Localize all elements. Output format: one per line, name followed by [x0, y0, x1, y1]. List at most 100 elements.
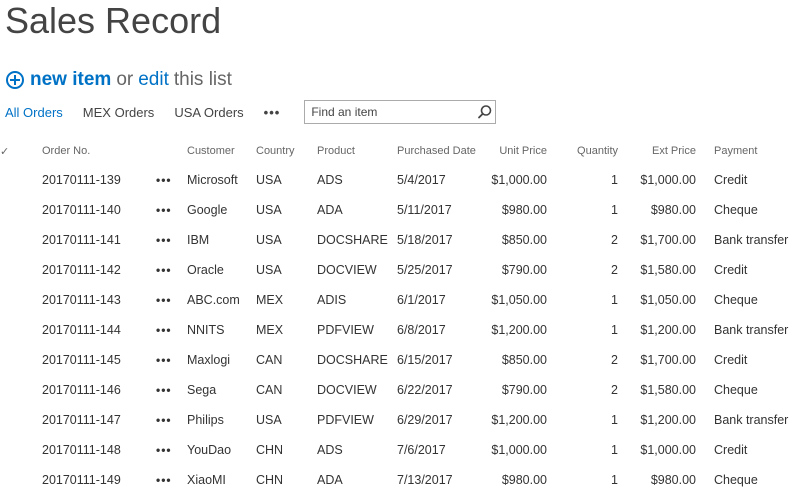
cell-quantity: 1 [611, 413, 618, 427]
cell-ext-price: $980.00 [650, 203, 696, 217]
cell-product: PDFVIEW [317, 413, 374, 427]
column-header-unit-price[interactable]: Unit Price [481, 137, 547, 165]
table-row[interactable]: 20170111-141 ••• IBM USA DOCSHARE 5/18/2017 $8… [0, 225, 799, 255]
row-menu-ellipsis-icon[interactable]: ••• [156, 255, 187, 285]
column-header-purchased-date[interactable]: Purchased Date [397, 137, 481, 165]
view-tab-usa-orders[interactable]: USA Orders [174, 105, 243, 120]
cell-customer: Philips [187, 413, 224, 427]
cell-order-no: 20170111-144 [42, 323, 121, 337]
table-row[interactable]: 20170111-143 ••• ABC.com MEX ADIS 6/1/2017 $1,… [0, 285, 799, 315]
cell-unit-price: $790.00 [501, 383, 547, 397]
cell-product: ADA [317, 203, 343, 217]
page-title: Sales Record [5, 0, 222, 41]
row-select-cell [0, 405, 42, 435]
row-menu-ellipsis-icon[interactable]: ••• [156, 435, 187, 465]
column-header-order-no[interactable]: Order No. [42, 137, 156, 165]
table-row[interactable]: 20170111-149 ••• XiaoMI CHN ADA 7/13/2017 $980… [0, 465, 799, 495]
cell-product: DOCSHARE [317, 353, 388, 367]
cell-ext-price: $1,200.00 [640, 323, 696, 337]
cell-product: DOCVIEW [317, 383, 377, 397]
cell-payment: Bank transfer [714, 233, 789, 247]
row-menu-ellipsis-icon[interactable]: ••• [156, 465, 187, 495]
view-tab-all-orders[interactable]: All Orders [5, 105, 63, 120]
cell-quantity: 1 [611, 203, 618, 217]
cell-quantity: 2 [611, 233, 618, 247]
table-row[interactable]: 20170111-146 ••• Sega CAN DOCVIEW 6/22/2017 $7… [0, 375, 799, 405]
row-menu-ellipsis-icon[interactable]: ••• [156, 345, 187, 375]
cell-ext-price: $1,700.00 [640, 353, 696, 367]
cell-product: ADS [317, 443, 343, 457]
table-row[interactable]: 20170111-145 ••• Maxlogi CAN DOCSHARE 6/15/20… [0, 345, 799, 375]
edit-list-link[interactable]: edit [138, 69, 169, 91]
cell-order-no: 20170111-143 [42, 293, 121, 307]
cell-ext-price: $1,580.00 [640, 263, 696, 277]
list-actions: new item or edit this list [6, 68, 232, 92]
row-select-cell [0, 345, 42, 375]
cell-customer: ABC.com [187, 293, 240, 307]
row-menu-ellipsis-icon[interactable]: ••• [156, 195, 187, 225]
cell-customer: Oracle [187, 263, 224, 277]
cell-country: CHN [256, 443, 284, 457]
table-row[interactable]: 20170111-144 ••• NNITS MEX PDFVIEW 6/8/2017 $1… [0, 315, 799, 345]
cell-payment: Cheque [714, 293, 758, 307]
cell-country: CAN [256, 383, 283, 397]
cell-country: CHN [256, 473, 284, 487]
cell-country: USA [256, 413, 282, 427]
select-all-check-icon[interactable]: ✓ [0, 137, 42, 165]
column-header-ext-price[interactable]: Ext Price [618, 137, 696, 165]
row-menu-ellipsis-icon[interactable]: ••• [156, 405, 187, 435]
table-row[interactable]: 20170111-142 ••• Oracle USA DOCVIEW 5/25/2017… [0, 255, 799, 285]
row-select-cell [0, 285, 42, 315]
search-icon[interactable] [475, 102, 495, 122]
cell-purchased-date: 6/22/2017 [397, 383, 453, 397]
column-header-country[interactable]: Country [256, 137, 317, 165]
cell-gap [696, 405, 714, 435]
table-row[interactable]: 20170111-139 ••• Microsoft USA ADS 5/4/2017 $1… [0, 165, 799, 195]
column-header-product[interactable]: Product [317, 137, 397, 165]
cell-quantity: 1 [611, 473, 618, 487]
column-header-quantity[interactable]: Quantity [547, 137, 618, 165]
cell-purchased-date: 5/18/2017 [397, 233, 453, 247]
row-menu-ellipsis-icon[interactable]: ••• [156, 375, 187, 405]
cell-gap [696, 375, 714, 405]
cell-country: MEX [256, 293, 284, 307]
search-input[interactable] [311, 105, 462, 119]
cell-purchased-date: 5/11/2017 [397, 203, 452, 217]
row-menu-ellipsis-icon[interactable]: ••• [156, 165, 187, 195]
cell-purchased-date: 5/4/2017 [397, 173, 446, 187]
cell-customer: YouDao [187, 443, 232, 457]
cell-unit-price: $790.00 [501, 263, 547, 277]
row-select-cell [0, 315, 42, 345]
add-circle-icon[interactable] [6, 71, 24, 89]
search-box [304, 100, 497, 124]
row-menu-ellipsis-icon[interactable]: ••• [156, 225, 187, 255]
column-header-payment[interactable]: Payment [714, 137, 799, 165]
cell-country: USA [256, 233, 282, 247]
or-text: or [116, 69, 134, 90]
row-menu-ellipsis-icon[interactable]: ••• [156, 285, 187, 315]
table-row[interactable]: 20170111-147 ••• Philips USA PDFVIEW 6/29/201… [0, 405, 799, 435]
cell-payment: Bank transfer [714, 413, 789, 427]
more-views-ellipsis-icon[interactable]: ••• [264, 105, 281, 120]
cell-quantity: 2 [611, 263, 618, 277]
new-item-link[interactable]: new item [30, 69, 111, 91]
view-tab-mex-orders[interactable]: MEX Orders [83, 105, 155, 120]
cell-country: USA [256, 203, 282, 217]
cell-order-no: 20170111-139 [42, 173, 121, 187]
column-header-customer[interactable]: Customer [187, 137, 256, 165]
row-select-cell [0, 465, 42, 495]
table-row[interactable]: 20170111-148 ••• YouDao CHN ADS 7/6/2017 $1,00… [0, 435, 799, 465]
column-header-gap [696, 137, 714, 165]
cell-quantity: 2 [611, 353, 618, 367]
cell-unit-price: $980.00 [501, 473, 547, 487]
row-select-cell [0, 375, 42, 405]
row-menu-ellipsis-icon[interactable]: ••• [156, 315, 187, 345]
sales-list-table: ✓ Order No. Customer Country Product Pur… [0, 137, 799, 495]
cell-quantity: 1 [611, 443, 618, 457]
table-row[interactable]: 20170111-140 ••• Google USA ADA 5/11/2017 $980… [0, 195, 799, 225]
sales-record-page: Sales Record new item or edit this list … [0, 0, 799, 495]
cell-order-no: 20170111-147 [42, 413, 121, 427]
cell-order-no: 20170111-146 [42, 383, 121, 397]
cell-ext-price: $1,000.00 [640, 443, 696, 457]
row-select-cell [0, 195, 42, 225]
